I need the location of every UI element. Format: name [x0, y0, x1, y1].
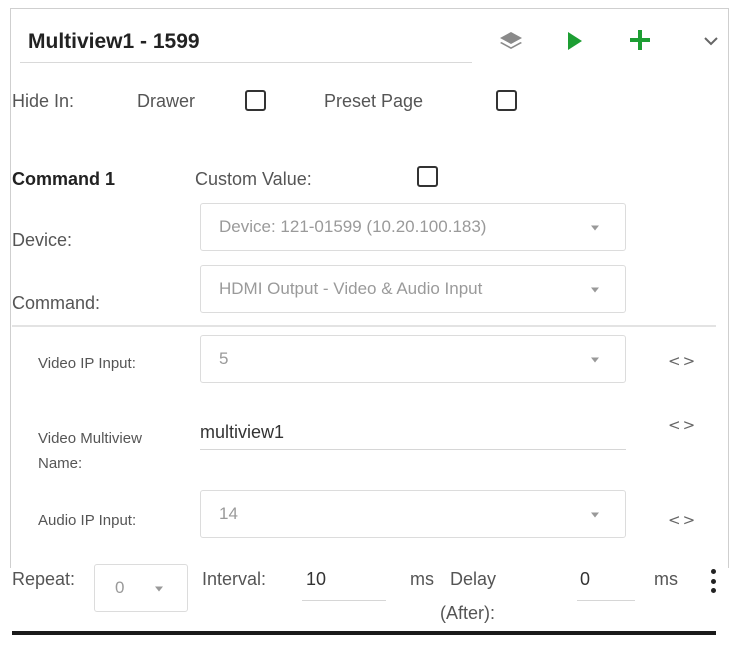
input-underline [302, 600, 386, 601]
video-ip-input-label: Video IP Input: [38, 355, 136, 372]
caret-down-icon [591, 225, 599, 231]
drawer-checkbox[interactable] [245, 90, 266, 111]
delay-input[interactable]: 0 [580, 569, 590, 590]
audio-ip-input-select[interactable]: 14 [200, 490, 626, 538]
panel-border-top [10, 8, 729, 9]
command-title: Command 1 [12, 169, 116, 189]
interval-unit: ms [410, 569, 434, 589]
caret-down-icon [591, 287, 599, 293]
preset-page-checkbox[interactable] [496, 90, 517, 111]
audio-ip-input-value: 14 [219, 504, 238, 523]
interval-input[interactable]: 10 [306, 569, 326, 590]
code-icon[interactable]: <> [668, 511, 696, 529]
audio-ip-input-label: Audio IP Input: [38, 512, 137, 529]
input-underline [200, 449, 626, 450]
command-label: Command: [12, 293, 101, 313]
panel-border-right [728, 8, 729, 568]
custom-value-checkbox[interactable] [417, 166, 438, 187]
panel-title: Multiview1 - 1599 [28, 30, 200, 53]
code-icon[interactable]: <> [668, 352, 696, 370]
play-icon[interactable] [565, 30, 585, 52]
device-label: Device: [12, 230, 73, 250]
delay-unit: ms [654, 569, 678, 589]
device-select-value: Device: 121-01599 (10.20.100.183) [219, 217, 487, 236]
video-multiview-name-label: Video Multiview [38, 430, 142, 447]
hide-in-label: Hide In: [12, 91, 75, 111]
code-icon[interactable]: <> [668, 416, 696, 434]
command-select[interactable]: HDMI Output - Video & Audio Input [200, 265, 626, 313]
interval-label: Interval: [202, 569, 267, 589]
preset-page-label: Preset Page [324, 91, 424, 111]
caret-down-icon [155, 586, 163, 592]
video-multiview-name-input[interactable]: multiview1 [200, 422, 284, 443]
layers-icon[interactable] [497, 28, 525, 54]
bottom-divider [12, 631, 716, 635]
section-divider [12, 325, 716, 327]
caret-down-icon [591, 357, 599, 363]
repeat-select[interactable]: 0 [94, 564, 188, 612]
plus-icon[interactable] [626, 26, 654, 54]
video-multiview-name-label-line2: Name: [38, 455, 83, 472]
delay-label: Delay [450, 569, 497, 589]
video-ip-input-value: 5 [219, 349, 229, 368]
input-underline [577, 600, 635, 601]
repeat-value: 0 [115, 578, 125, 597]
drawer-label: Drawer [137, 91, 196, 111]
delay-label-line2: (After): [440, 603, 496, 623]
caret-down-icon [591, 512, 599, 518]
more-vert-icon[interactable] [708, 569, 718, 593]
custom-value-label: Custom Value: [195, 169, 312, 189]
device-select[interactable]: Device: 121-01599 (10.20.100.183) [200, 203, 626, 251]
command-select-value: HDMI Output - Video & Audio Input [219, 279, 483, 298]
panel-border-left [10, 8, 11, 568]
repeat-label: Repeat: [12, 569, 76, 589]
title-underline [20, 62, 472, 63]
chevron-down-icon[interactable] [700, 32, 722, 50]
video-ip-input-select[interactable]: 5 [200, 335, 626, 383]
